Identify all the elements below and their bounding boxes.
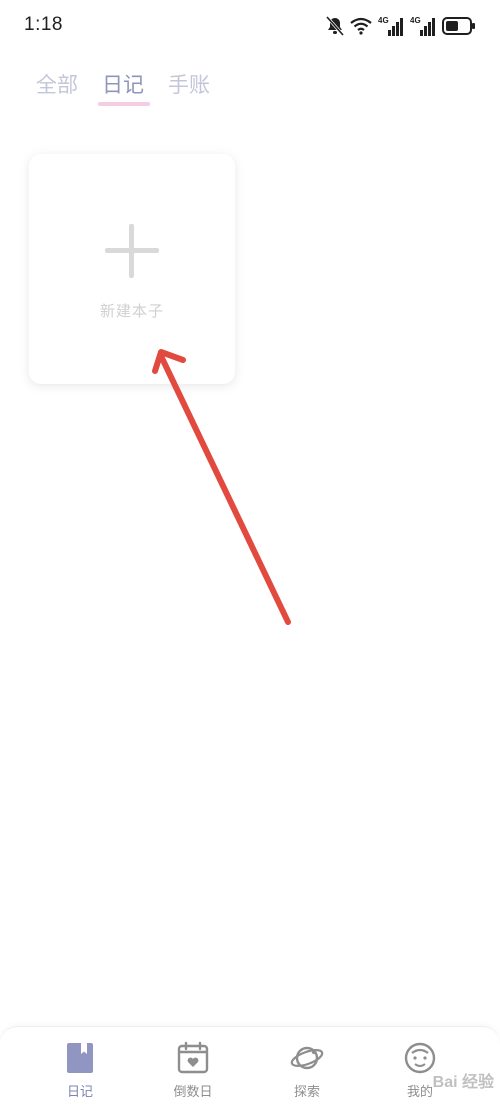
- tab-handbook[interactable]: 手账: [168, 70, 210, 110]
- status-icons: 4G 4G: [326, 14, 476, 38]
- planet-icon: [290, 1046, 324, 1070]
- network-type-label: 4G: [410, 16, 421, 25]
- wifi-icon: [350, 17, 372, 35]
- tab-all[interactable]: 全部: [36, 70, 78, 110]
- tab-diary[interactable]: 日记: [98, 70, 150, 110]
- tab-bar: 全部 日记 手账: [36, 70, 210, 110]
- nav-explore-label: 探索: [293, 1085, 320, 1100]
- status-time: 1:18: [24, 14, 63, 35]
- nav-explore[interactable]: 探索: [257, 1041, 357, 1100]
- network-type-label: 4G: [378, 16, 389, 25]
- signal-4g-icon-2: 4G: [410, 16, 436, 36]
- battery-icon: [442, 17, 475, 35]
- countdown-calendar-icon: [177, 1041, 209, 1074]
- nav-countdown-label: 倒数日: [173, 1085, 213, 1100]
- nav-diary[interactable]: 日记: [30, 1041, 130, 1100]
- mute-bell-icon: [326, 16, 344, 36]
- bottom-nav: 日记 倒数日 探索 我的: [0, 1026, 500, 1112]
- signal-4g-icon-1: 4G: [378, 16, 404, 36]
- tab-diary-label: 日记: [102, 73, 144, 97]
- watermark: Bai 经验: [432, 1074, 494, 1091]
- diary-book-icon: [67, 1043, 93, 1073]
- nav-diary-label: 日记: [66, 1085, 93, 1100]
- nav-countdown[interactable]: 倒数日: [143, 1041, 243, 1100]
- new-notebook-label: 新建本子: [99, 302, 164, 320]
- active-tab-indicator: [98, 102, 150, 106]
- status-bar: 1:18 4G 4G: [0, 0, 500, 52]
- plus-icon: [105, 224, 159, 278]
- new-notebook-card[interactable]: 新建本子: [29, 154, 235, 384]
